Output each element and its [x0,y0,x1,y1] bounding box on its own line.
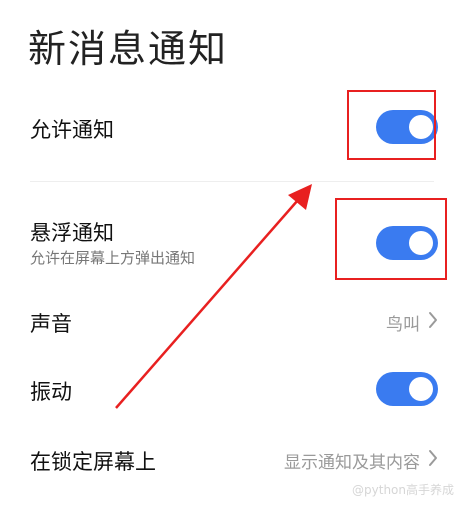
page-title: 新消息通知 [28,27,229,71]
vibrate-label: 振动 [30,380,72,404]
toggle-knob [409,115,433,139]
toggle-knob [409,377,433,401]
watermark: @python高手养成 [352,483,454,497]
chevron-right-icon [428,311,438,334]
float-notify-toggle[interactable] [376,226,438,260]
setting-row-float-notify: 悬浮通知 允许在屏幕上方弹出通知 [0,205,464,280]
setting-row-lockscreen[interactable]: 在锁定屏幕上 显示通知及其内容 [0,436,464,482]
toggle-knob [409,231,433,255]
sound-label: 声音 [30,312,72,336]
float-notify-label: 悬浮通知 [30,221,114,245]
lockscreen-label: 在锁定屏幕上 [30,450,156,474]
allow-notify-label: 允许通知 [30,118,114,142]
sound-value-link[interactable]: 鸟叫 [386,310,438,335]
setting-row-sound[interactable]: 声音 鸟叫 [0,298,464,344]
lockscreen-value: 显示通知及其内容 [284,453,420,473]
divider [30,181,434,182]
chevron-right-icon [428,449,438,472]
setting-row-vibrate: 振动 [0,366,464,412]
lockscreen-value-link[interactable]: 显示通知及其内容 [284,448,438,473]
setting-row-allow-notify: 允许通知 [0,92,464,164]
vibrate-toggle[interactable] [376,372,438,406]
allow-notify-toggle[interactable] [376,110,438,144]
float-notify-subtitle: 允许在屏幕上方弹出通知 [30,249,196,267]
sound-value: 鸟叫 [386,315,420,335]
